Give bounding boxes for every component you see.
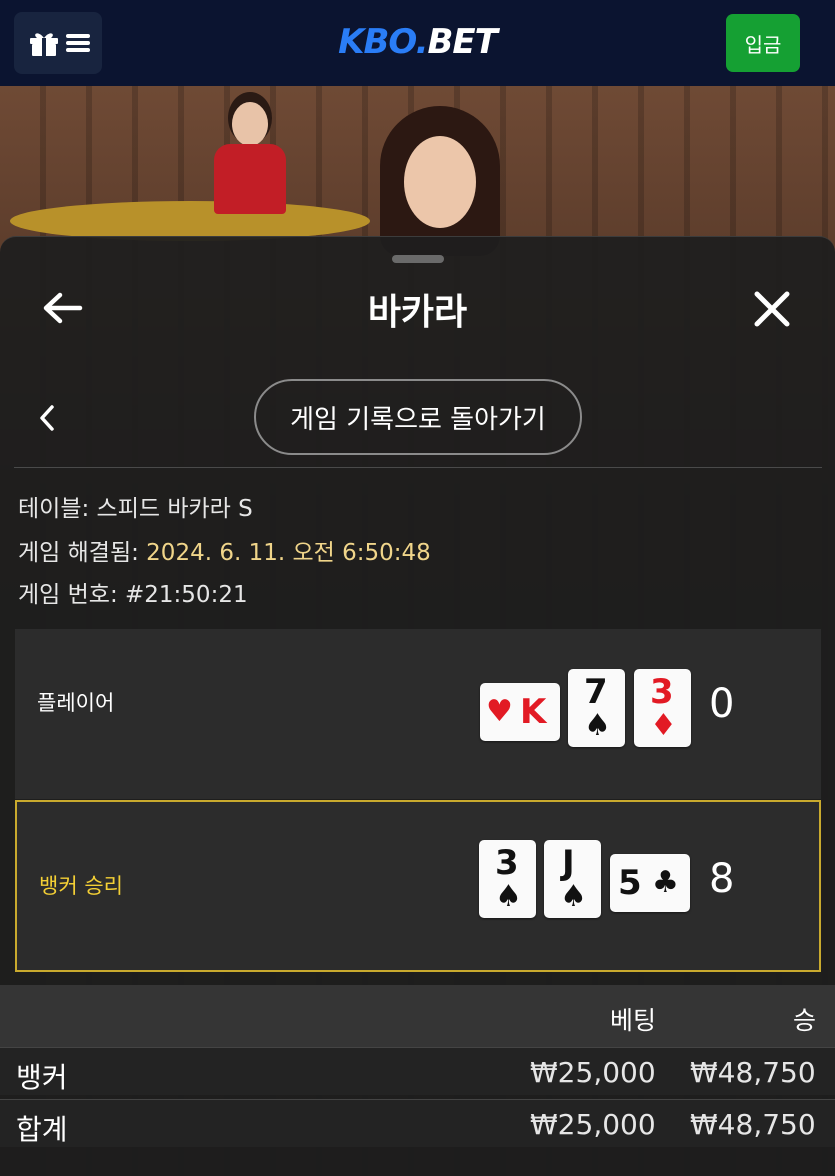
table-name: 스피드 바카라 S (96, 496, 253, 522)
banker-card-3: 5 ♣ (610, 854, 690, 912)
table-row: 합계 ₩25,000 ₩48,750 (0, 1099, 835, 1147)
sheet-title: 바카라 (367, 292, 468, 333)
bet-amount: ₩25,000 (530, 1056, 656, 1089)
sheet-drag-handle[interactable] (392, 255, 444, 263)
back-to-history-button[interactable]: 게임 기록으로 돌아가기 (254, 379, 582, 455)
round-info: 게임 번호: #21:50:21 (18, 582, 248, 608)
player-label: 플레이어 (37, 691, 115, 715)
bet-name: 뱅커 (16, 1061, 68, 1094)
banker-card-2: J ♠ (544, 840, 601, 918)
total-bet-amount: ₩25,000 (530, 1108, 656, 1141)
player-card-2: 7 ♠ (568, 669, 625, 747)
banker-win-label: 뱅커 승리 (39, 874, 123, 898)
site-logo[interactable]: KBO.BET (0, 22, 835, 62)
player-card-3: 3 ♦ (634, 669, 691, 747)
round-number: #21:50:21 (125, 582, 248, 608)
bets-table-header: 베팅 승 (0, 985, 835, 1047)
banker-result-panel: 뱅커 승리 3 ♠ J ♠ 5 ♣ 8 (15, 800, 821, 972)
table-info: 테이블: 스피드 바카라 S (18, 496, 253, 522)
top-header: KBO.BET 입금 (0, 0, 835, 86)
banker-card-1: 3 ♠ (479, 840, 536, 918)
player-score: 0 (709, 681, 735, 727)
win-amount: ₩48,750 (690, 1056, 816, 1089)
close-icon[interactable] (748, 285, 796, 333)
banker-score: 8 (709, 856, 735, 902)
divider (14, 467, 822, 468)
resolved-time: 2024. 6. 11. 오전 6:50:48 (146, 540, 431, 566)
player-card-1: ♥ K (480, 683, 560, 741)
deposit-button[interactable]: 입금 (726, 14, 800, 72)
table-row: 뱅커 ₩25,000 ₩48,750 (0, 1047, 835, 1095)
player-result-panel: 플레이어 ♥ K 7 ♠ 3 ♦ 0 (15, 629, 821, 799)
col-win-header: 승 (793, 1006, 817, 1035)
col-bet-header: 베팅 (610, 1006, 657, 1035)
resolved-info: 게임 해결됨: 2024. 6. 11. 오전 6:50:48 (18, 540, 431, 566)
video-dealer (360, 106, 520, 256)
video-background-dealer (212, 100, 288, 214)
total-label: 합계 (16, 1113, 68, 1146)
game-detail-sheet: 바카라 게임 기록으로 돌아가기 테이블: 스피드 바카라 S 게임 해결됨: … (0, 236, 835, 1176)
chevron-left-icon[interactable] (34, 401, 60, 435)
total-win-amount: ₩48,750 (690, 1108, 816, 1141)
video-table (10, 201, 370, 241)
